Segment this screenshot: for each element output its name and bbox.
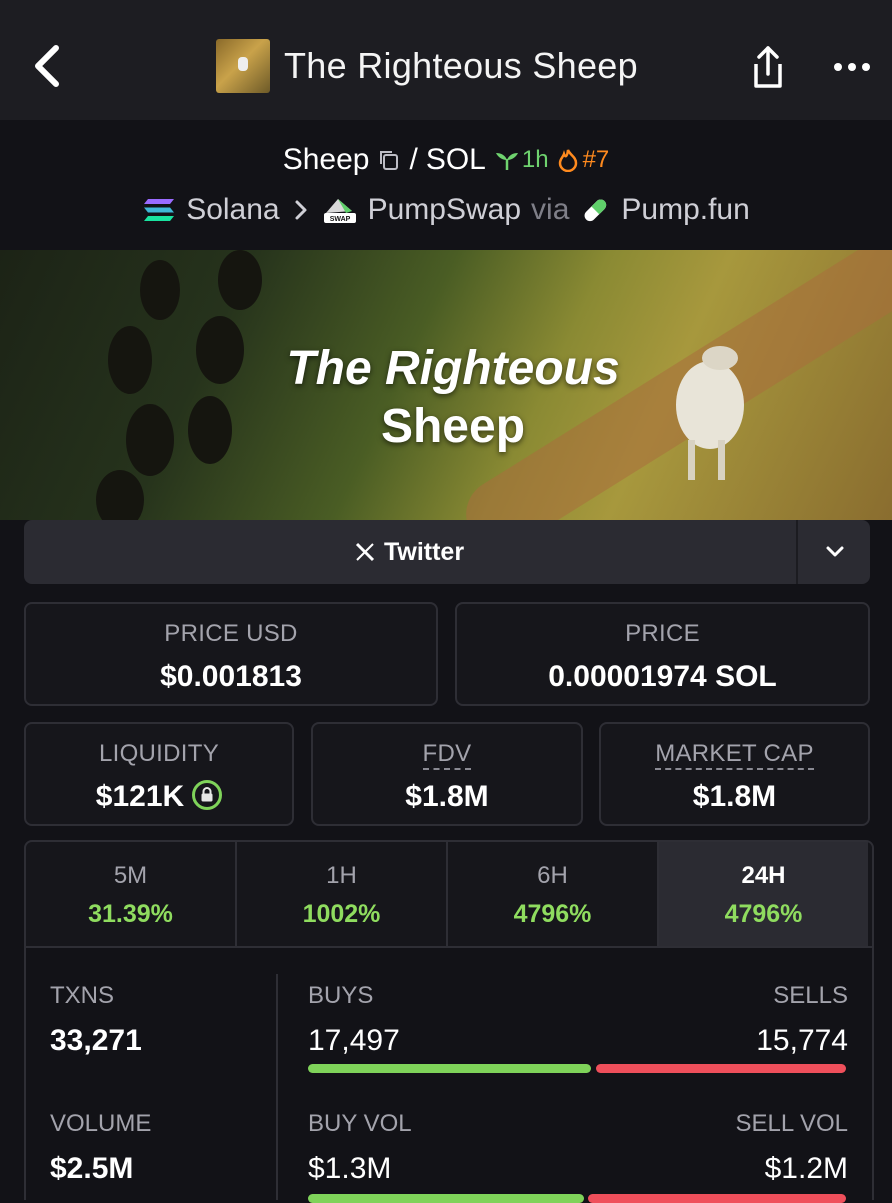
buy-vol-ratio-bar [308, 1194, 584, 1203]
social-links-row: Twitter [24, 520, 870, 584]
tab-change-value: 4796% [724, 900, 803, 928]
tab-1h[interactable]: 1H 1002% [237, 842, 448, 946]
fdv-card[interactable]: FDV $1.8M [311, 722, 583, 826]
links-dropdown-button[interactable] [796, 520, 872, 584]
via-label: via [531, 193, 570, 226]
liquidity-value-row: $121K [26, 780, 292, 814]
launchpad-link[interactable]: Pump.fun [621, 193, 749, 227]
sell-vol-label: SELL VOL [735, 1110, 848, 1137]
buy-vol-value: $1.3M [308, 1152, 392, 1185]
buy-vol-label: BUY VOL [308, 1110, 412, 1137]
price-native-card: PRICE 0.00001974 SOL [455, 602, 870, 706]
token-title-group: The Righteous Sheep [216, 38, 638, 94]
tab-24h[interactable]: 24H 4796% [659, 842, 868, 946]
fdv-label: FDV [313, 740, 581, 770]
trending-rank-badge[interactable]: #7 [557, 146, 610, 174]
sell-vol-ratio-bar [588, 1194, 846, 1203]
market-cap-label-text: MARKET CAP [655, 740, 814, 770]
txns-label: TXNS [50, 982, 115, 1009]
more-dots-icon [834, 63, 870, 71]
chevron-down-icon [826, 546, 844, 557]
flame-icon [558, 148, 577, 172]
back-button[interactable] [28, 40, 68, 92]
trade-stats-panel: TXNS 33,271 BUYS 17,497 SELLS 15,774 VOL… [24, 944, 874, 1203]
twitter-label: Twitter [383, 537, 465, 566]
tab-label: 24H [741, 862, 786, 889]
pair-age-badge: 1h [494, 146, 549, 174]
tab-change-value: 1002% [302, 900, 381, 928]
sells-value: 15,774 [756, 1024, 848, 1057]
tab-label: 1H [326, 862, 357, 889]
sprout-icon [495, 153, 518, 170]
pumpswap-logo-icon: SWAP [323, 199, 356, 223]
liquidity-label: LIQUIDITY [98, 740, 220, 767]
buys-value: 17,497 [308, 1024, 400, 1057]
tab-change-value: 4796% [513, 900, 592, 928]
txns-value: 33,271 [50, 1024, 142, 1057]
tab-6h[interactable]: 6H 4796% [448, 842, 659, 946]
liquidity-value: $121K [95, 780, 185, 813]
pair-line: Sheep / SOL 1h #7 [0, 140, 892, 180]
page-title: The Righteous Sheep [284, 45, 638, 86]
buys-label: BUYS [308, 982, 374, 1009]
share-button[interactable] [748, 44, 788, 92]
chain-link[interactable]: Solana [186, 193, 279, 227]
copy-icon[interactable] [377, 148, 401, 172]
solana-logo-icon [144, 199, 175, 221]
chain-breadcrumb: Solana SWAP PumpSwap via Pump.fun [0, 190, 892, 230]
token-banner-image: The Righteous Sheep [0, 250, 892, 520]
liquidity-card: LIQUIDITY $121K [24, 722, 294, 826]
tab-label: 5M [113, 862, 148, 889]
buys-ratio-bar [308, 1064, 591, 1073]
liquidity-lock-icon[interactable] [192, 780, 223, 811]
chevron-left-icon [35, 45, 59, 87]
banner-title: The Righteous Sheep [0, 340, 892, 456]
base-symbol: Sheep [282, 143, 370, 176]
pair-age: 1h [521, 146, 549, 173]
pair-separator: / [409, 143, 418, 176]
stats-divider [276, 974, 278, 1200]
sells-label: SELLS [773, 982, 848, 1009]
top-bar: The Righteous Sheep [0, 0, 892, 120]
x-logo-icon [355, 542, 375, 562]
trending-rank: #7 [582, 146, 610, 173]
dex-link[interactable]: PumpSwap [368, 193, 521, 227]
market-cap-label: MARKET CAP [601, 740, 868, 770]
timeframe-tabs: 5M 31.39% 1H 1002% 6H 4796% 24H 4796% [24, 840, 874, 948]
price-usd-label: PRICE USD [164, 620, 298, 647]
tab-5m[interactable]: 5M 31.39% [26, 842, 237, 946]
sell-vol-value: $1.2M [764, 1152, 848, 1185]
price-usd-value: $0.001813 [160, 660, 302, 693]
chevron-right-icon [295, 200, 307, 220]
volume-label: VOLUME [50, 1110, 152, 1137]
market-cap-card[interactable]: MARKET CAP $1.8M [599, 722, 870, 826]
pair-header: Sheep / SOL 1h #7 Solana SWAP PumpSwap v… [0, 120, 892, 250]
pill-icon [584, 199, 607, 222]
banner-title-line2: Sheep [380, 400, 526, 453]
token-avatar [216, 39, 270, 93]
quote-symbol: SOL [425, 143, 486, 176]
sells-ratio-bar [596, 1064, 846, 1073]
fdv-value: $1.8M [405, 780, 489, 813]
share-icon [754, 46, 782, 88]
volume-value: $2.5M [50, 1152, 134, 1185]
banner-title-line1: The Righteous [286, 342, 620, 395]
tab-label: 6H [537, 862, 568, 889]
svg-text:SWAP: SWAP [329, 216, 350, 223]
market-cap-value: $1.8M [692, 780, 777, 813]
more-options-button[interactable] [832, 50, 872, 80]
price-usd-card: PRICE USD $0.001813 [24, 602, 438, 706]
tab-change-value: 31.39% [88, 900, 173, 928]
fdv-label-text: FDV [422, 740, 472, 770]
price-native-value: 0.00001974 SOL [548, 660, 777, 693]
price-native-label: PRICE [625, 620, 700, 647]
twitter-link-button[interactable]: Twitter [24, 520, 794, 584]
